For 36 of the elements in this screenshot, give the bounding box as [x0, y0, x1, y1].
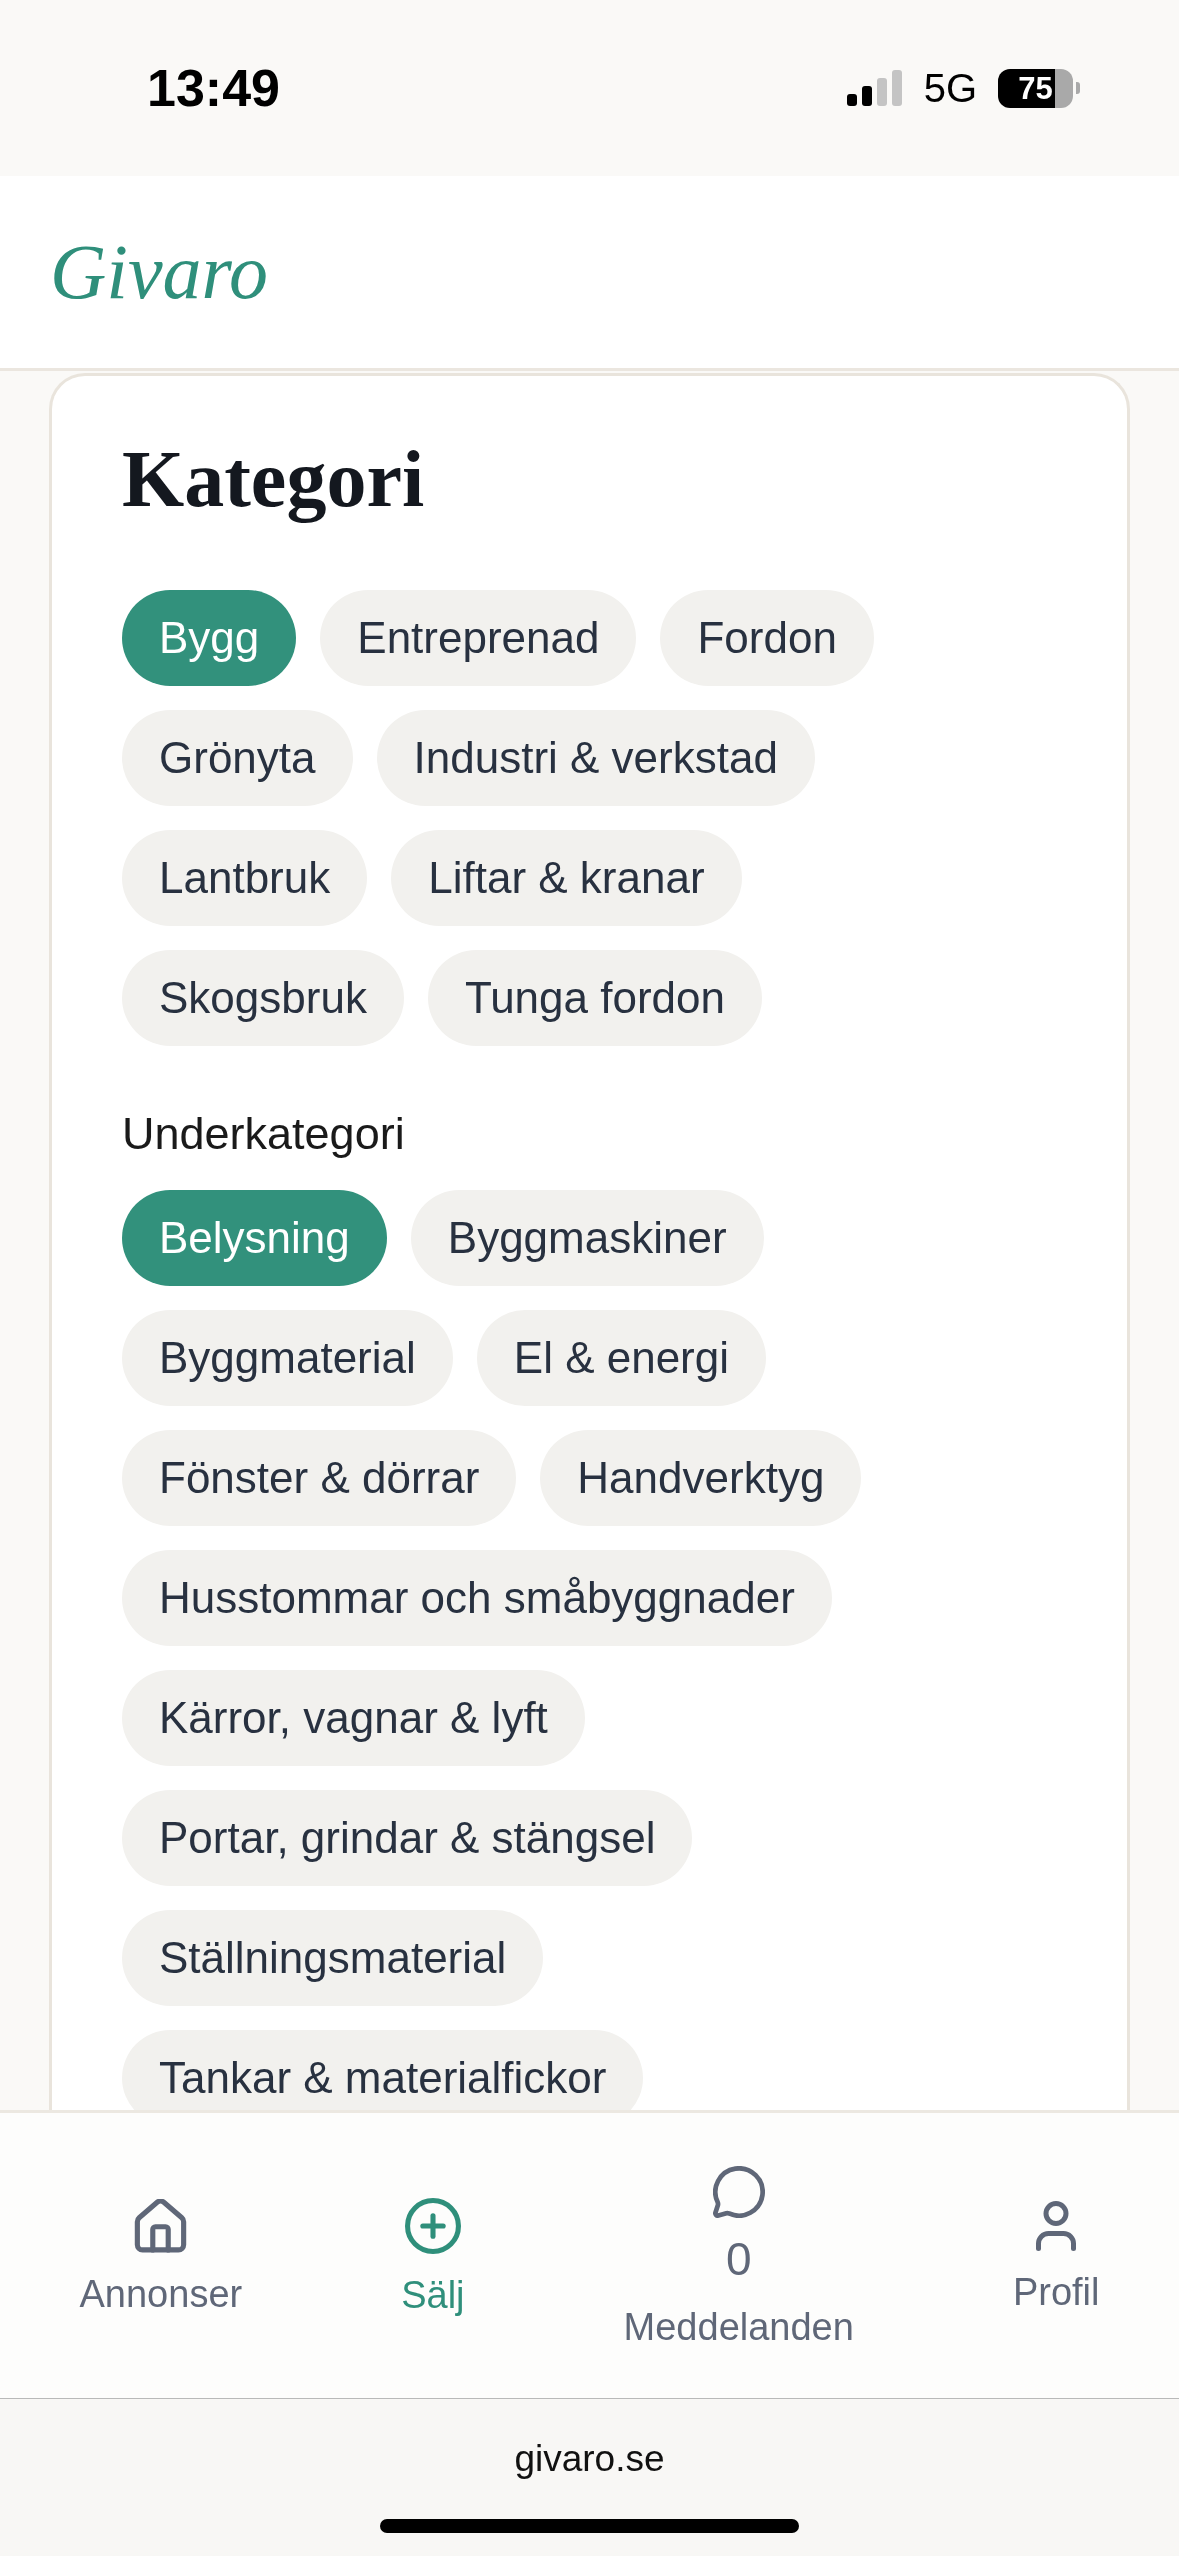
nav-tab[interactable]: Sälj [401, 2197, 465, 2314]
subcategory-chip[interactable]: Byggmaskiner [410, 1190, 764, 1286]
nav-tab[interactable]: 0 Meddelanden [623, 2165, 854, 2346]
category-chip[interactable]: Grönyta [122, 710, 353, 806]
category-chip[interactable]: Industri & verkstad [376, 710, 815, 806]
subcategory-chip[interactable]: Handverktyg [540, 1430, 862, 1526]
subcategory-chip[interactable]: Belysning [122, 1190, 387, 1286]
category-chip[interactable]: Lantbruk [122, 830, 368, 926]
message-count: 0 [725, 2235, 752, 2282]
home-icon [134, 2198, 188, 2253]
speech-bubble-icon [712, 2165, 765, 2218]
person-icon [1036, 2200, 1077, 2251]
nav-tab[interactable]: Annonser [79, 2198, 243, 2313]
subcategory-chip[interactable]: Husstommar och småbyggnader [122, 1550, 832, 1646]
subcategory-chip[interactable]: Byggmaterial [122, 1310, 453, 1406]
subcategory-chip[interactable]: Kärror, vagnar & lyft [122, 1670, 585, 1766]
signal-icon [846, 70, 903, 106]
category-chip[interactable]: Tunga fordon [427, 950, 762, 1046]
category-chip[interactable]: Liftar & kranar [391, 830, 742, 926]
subcategory-chip[interactable]: Portar, grindar & stängsel [122, 1790, 693, 1886]
category-chip[interactable]: Entreprenad [320, 590, 637, 686]
network-type: 5G [923, 68, 977, 108]
logo-text[interactable]: Givaro [50, 233, 269, 311]
clock-time: 13:49 [147, 62, 280, 114]
url-text[interactable]: givaro.se [514, 2440, 665, 2477]
category-chip[interactable]: Bygg [122, 590, 297, 686]
subcategory-chip[interactable]: Tankar & materialfickor [122, 2030, 644, 2110]
battery-indicator: 75 [998, 68, 1080, 108]
subcategory-chip[interactable]: El & energi [476, 1310, 766, 1406]
category-chip[interactable]: Skogsbruk [122, 950, 404, 1046]
subcategory-chip[interactable]: Fönster & dörrar [122, 1430, 517, 1526]
subcategory-chip[interactable]: Ställningsmaterial [122, 1910, 544, 2006]
subsection-title: Underkategori [122, 1111, 405, 1156]
nav-tab[interactable]: Profil [1012, 2200, 1100, 2311]
plus-circle-icon [404, 2197, 461, 2254]
category-chip[interactable]: Fordon [660, 590, 874, 686]
